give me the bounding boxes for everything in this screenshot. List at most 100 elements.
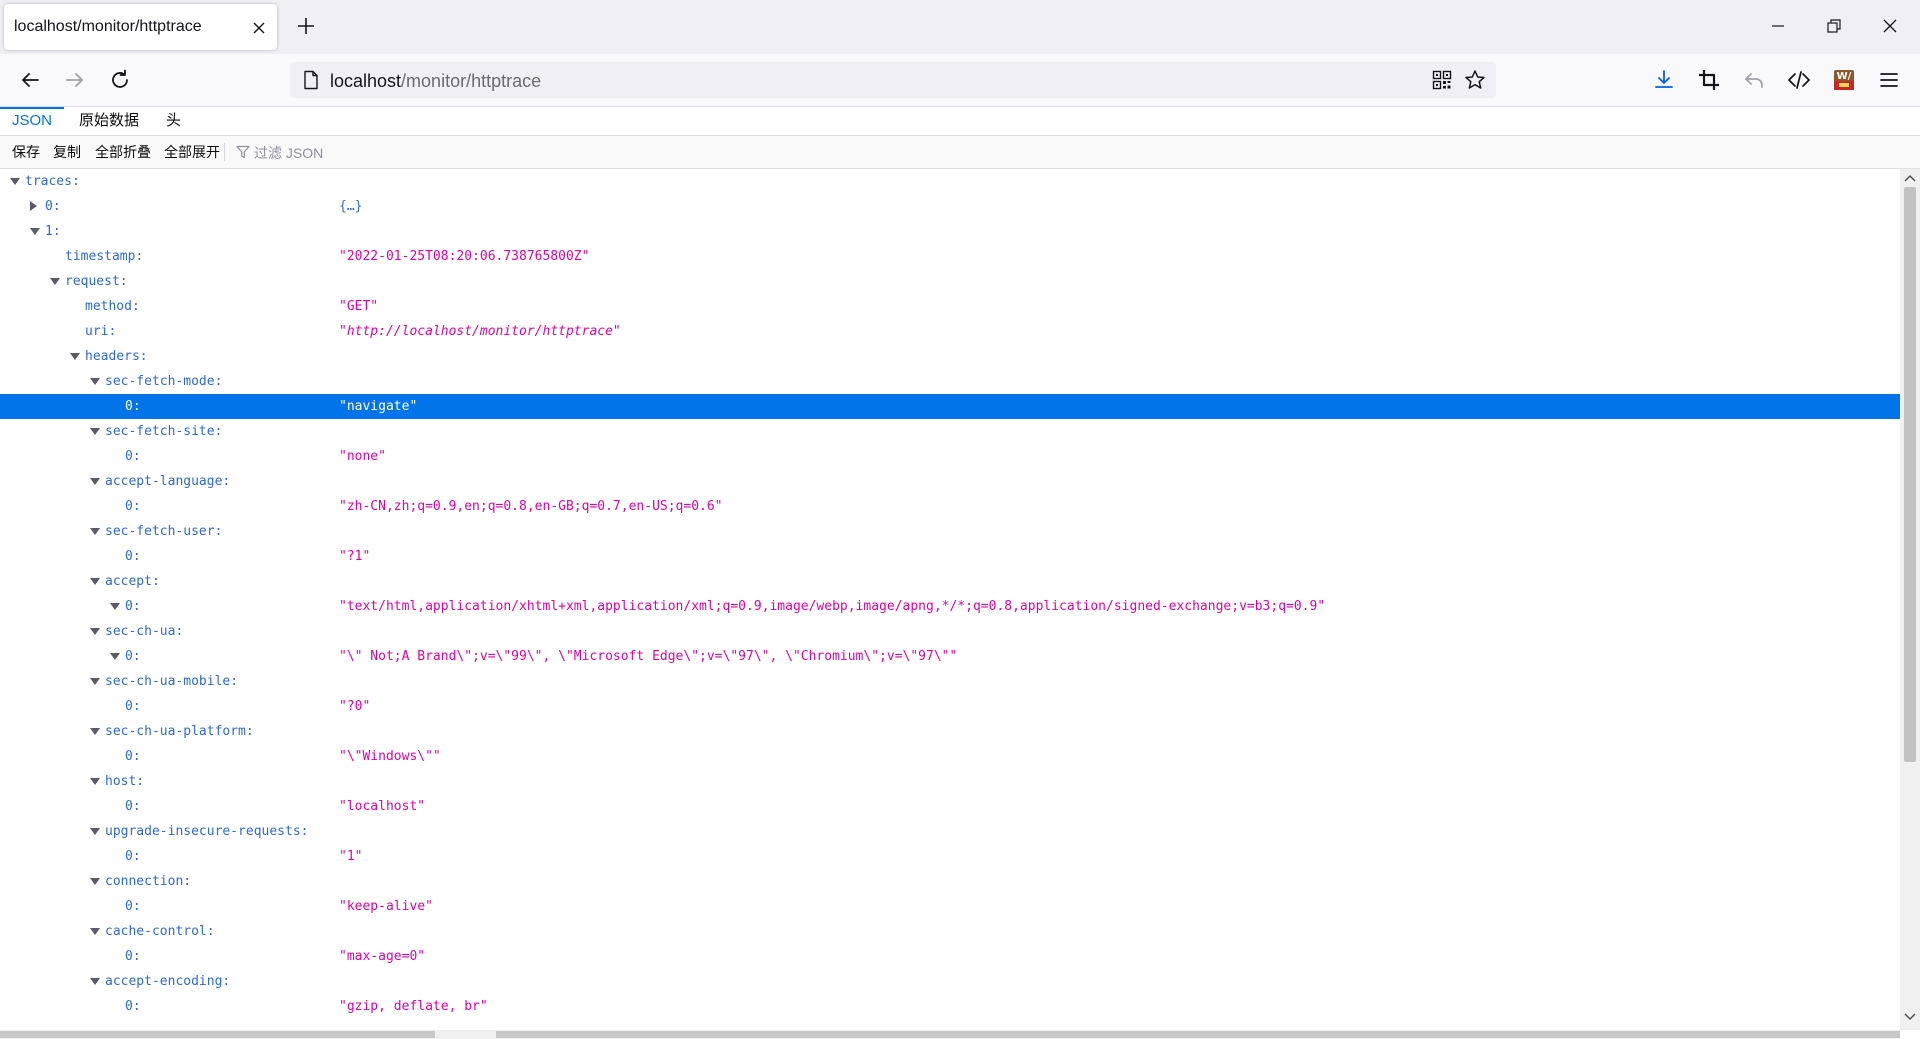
hamburger-menu-icon[interactable]: [1877, 68, 1901, 92]
tree-key: upgrade-insecure-requests:: [105, 824, 309, 839]
tree-row[interactable]: 0: "?1": [0, 544, 1900, 569]
expand-arrow-down-icon[interactable]: [50, 278, 60, 285]
tree-row[interactable]: accept-language:: [0, 469, 1900, 494]
page-icon[interactable]: [302, 70, 320, 90]
tree-value: "localhost": [339, 799, 426, 814]
tree-row[interactable]: 0: {…}: [0, 194, 1900, 219]
navigation-bar: localhost/monitor/httptrace W/: [0, 54, 1920, 107]
tree-row[interactable]: 0: "?0": [0, 694, 1900, 719]
tree-row[interactable]: 0: "\" Not;A Brand\";v=\"99\", \"Microsof…: [0, 644, 1900, 669]
collapse-all-button[interactable]: 全部折叠: [95, 136, 151, 168]
code-icon[interactable]: [1787, 68, 1811, 92]
expand-arrow-down-icon[interactable]: [110, 653, 120, 660]
tree-row[interactable]: 0: "text/html,application/xhtml+xml,appli…: [0, 594, 1900, 619]
tree-key: 0:: [125, 849, 141, 864]
filter-json-input[interactable]: [252, 140, 556, 166]
scroll-up-icon[interactable]: [1904, 173, 1916, 183]
expand-arrow-down-icon[interactable]: [10, 178, 20, 185]
tree-row[interactable]: uri: "http://localhost/monitor/httptrace": [0, 319, 1900, 344]
tree-row[interactable]: 0: "\"Windows\"": [0, 744, 1900, 769]
wa-extension-icon[interactable]: W/: [1832, 68, 1856, 92]
crop-icon[interactable]: [1697, 68, 1721, 92]
url-bar[interactable]: localhost/monitor/httptrace: [290, 62, 1496, 98]
tree-row[interactable]: 0: "1": [0, 844, 1900, 869]
tree-row[interactable]: sec-ch-ua-platform:: [0, 719, 1900, 744]
tab-raw-data[interactable]: 原始数据: [67, 107, 151, 135]
tree-row[interactable]: sec-fetch-site:: [0, 419, 1900, 444]
tree-key: traces:: [25, 174, 80, 189]
copy-button[interactable]: 复制: [53, 136, 81, 168]
expand-arrow-down-icon[interactable]: [90, 428, 100, 435]
tree-row-selected[interactable]: 0: "navigate": [0, 394, 1900, 419]
tree-row[interactable]: method: "GET": [0, 294, 1900, 319]
tree-key: uri:: [85, 324, 117, 339]
tree-row[interactable]: timestamp: "2022-01-25T08:20:06.738765800…: [0, 244, 1900, 269]
expand-arrow-down-icon[interactable]: [30, 228, 40, 235]
tree-row[interactable]: accept-encoding:: [0, 969, 1900, 994]
tree-row[interactable]: headers:: [0, 344, 1900, 369]
tree-row[interactable]: cache-control:: [0, 919, 1900, 944]
tree-row[interactable]: sec-ch-ua-mobile:: [0, 669, 1900, 694]
tab-headers[interactable]: 头: [154, 107, 193, 135]
tree-row[interactable]: sec-fetch-user:: [0, 519, 1900, 544]
tree-value: "?1": [339, 549, 371, 564]
tree-row[interactable]: traces:: [0, 169, 1900, 194]
tree-row[interactable]: sec-fetch-mode:: [0, 369, 1900, 394]
tree-row[interactable]: request:: [0, 269, 1900, 294]
tree-row[interactable]: sec-ch-ua:: [0, 619, 1900, 644]
download-icon[interactable]: [1652, 68, 1676, 92]
expand-arrow-down-icon[interactable]: [70, 353, 80, 360]
tree-value: "none": [339, 449, 386, 464]
expand-arrow-down-icon[interactable]: [90, 478, 100, 485]
close-icon[interactable]: [252, 21, 266, 35]
tree-key: 0:: [125, 799, 141, 814]
scroll-down-icon[interactable]: [1904, 1012, 1916, 1022]
undo-icon[interactable]: [1742, 68, 1766, 92]
expand-arrow-down-icon[interactable]: [110, 603, 120, 610]
plus-icon[interactable]: [296, 16, 316, 36]
window-close-icon[interactable]: [1880, 16, 1900, 36]
expand-arrow-down-icon[interactable]: [90, 928, 100, 935]
vertical-scrollbar[interactable]: [1900, 169, 1920, 1030]
tab-json[interactable]: JSON: [0, 107, 65, 135]
url-text[interactable]: localhost/monitor/httptrace: [330, 71, 541, 92]
horizontal-scroll-thumb[interactable]: [0, 1031, 435, 1038]
back-arrow-icon[interactable]: [18, 68, 42, 92]
expand-arrow-down-icon[interactable]: [90, 978, 100, 985]
expand-arrow-down-icon[interactable]: [90, 878, 100, 885]
expand-arrow-down-icon[interactable]: [90, 578, 100, 585]
vertical-scroll-thumb[interactable]: [1904, 187, 1916, 762]
save-button[interactable]: 保存: [12, 136, 40, 168]
minimize-icon[interactable]: [1768, 16, 1788, 36]
expand-arrow-down-icon[interactable]: [90, 728, 100, 735]
expand-arrow-right-icon[interactable]: [30, 201, 37, 211]
tree-row[interactable]: 0: "max-age=0": [0, 944, 1900, 969]
tree-row[interactable]: 0: "localhost": [0, 794, 1900, 819]
tree-row[interactable]: upgrade-insecure-requests:: [0, 819, 1900, 844]
browser-tab[interactable]: localhost/monitor/httptrace: [4, 4, 277, 50]
horizontal-scrollbar[interactable]: [0, 1030, 1900, 1039]
tree-row[interactable]: 0: "none": [0, 444, 1900, 469]
expand-all-button[interactable]: 全部展开: [164, 136, 220, 168]
expand-arrow-down-icon[interactable]: [90, 628, 100, 635]
tree-key: headers:: [85, 349, 148, 364]
expand-arrow-down-icon[interactable]: [90, 528, 100, 535]
expand-arrow-down-icon[interactable]: [90, 828, 100, 835]
expand-arrow-down-icon[interactable]: [90, 778, 100, 785]
qr-code-icon[interactable]: [1432, 70, 1452, 90]
tree-row[interactable]: 0: "gzip, deflate, br": [0, 994, 1900, 1019]
restore-icon[interactable]: [1824, 16, 1844, 36]
star-icon[interactable]: [1464, 69, 1486, 91]
expand-arrow-down-icon[interactable]: [90, 378, 100, 385]
horizontal-scroll-track[interactable]: [496, 1031, 1900, 1038]
tree-row[interactable]: accept:: [0, 569, 1900, 594]
tree-value: "\"Windows\"": [339, 749, 441, 764]
tree-row[interactable]: 0: "keep-alive": [0, 894, 1900, 919]
tree-row[interactable]: 0: "zh-CN,zh;q=0.9,en;q=0.8,en-GB;q=0.7,e…: [0, 494, 1900, 519]
tree-row[interactable]: host:: [0, 769, 1900, 794]
reload-icon[interactable]: [108, 68, 132, 92]
tree-row[interactable]: connection:: [0, 869, 1900, 894]
tree-row[interactable]: 1:: [0, 219, 1900, 244]
expand-arrow-down-icon[interactable]: [90, 678, 100, 685]
forward-arrow-icon[interactable]: [63, 68, 87, 92]
